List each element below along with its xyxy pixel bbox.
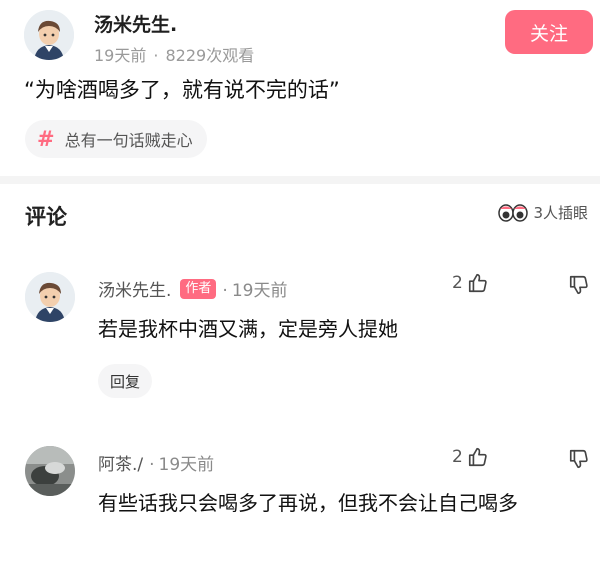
post-meta: 19天前 · 8229次观看 — [94, 42, 254, 66]
commenter-avatar[interactable] — [25, 446, 75, 496]
comment-time-value: 19天前 — [158, 455, 215, 475]
thumbs-down-icon — [569, 449, 588, 469]
comment-time-value: 19天前 — [231, 281, 288, 301]
like-count: 2 — [452, 447, 463, 467]
section-divider — [0, 176, 600, 184]
view-count: 8229次观看 — [165, 46, 255, 65]
follow-button[interactable]: 关注 — [505, 10, 593, 54]
like-count: 2 — [452, 273, 463, 293]
dislike-button[interactable] — [568, 274, 590, 300]
thumbs-up-icon — [468, 273, 487, 293]
comment-item: 汤米先生. 作者 · 19天前 2 若是我杯中酒又满，定是旁人提她 回复 — [0, 272, 600, 412]
comment-item: 阿茶./ · 19天前 2 有些话我只会喝多了再说，但我不会让自己喝多 — [0, 446, 600, 561]
post-time: 19天前 — [94, 46, 147, 65]
commenter-avatar[interactable] — [25, 272, 75, 322]
meta-dot: · — [149, 455, 155, 475]
comment-text: 有些话我只会喝多了再说，但我不会让自己喝多 — [98, 491, 518, 515]
thumbs-up-icon — [468, 447, 487, 467]
comment-time: · 19天前 — [222, 276, 287, 301]
like-button[interactable]: 2 — [452, 272, 489, 294]
eyes-icon — [498, 203, 529, 222]
comment-time: · 19天前 — [149, 450, 214, 475]
author-name[interactable]: 汤米先生. — [94, 10, 177, 37]
hashtag-icon: # — [37, 127, 55, 151]
thumbs-down-icon — [569, 275, 588, 295]
dislike-button[interactable] — [568, 448, 590, 474]
commenter-name[interactable]: 阿茶./ — [98, 450, 143, 475]
meta-dot: · — [153, 46, 159, 65]
meta-dot: · — [222, 281, 228, 301]
like-button[interactable]: 2 — [452, 446, 489, 468]
author-avatar[interactable] — [24, 10, 74, 60]
post-text: “为啥酒喝多了，就有说不完的话” — [24, 78, 340, 102]
post-card: 汤米先生. 19天前 · 8229次观看 关注 “为啥酒喝多了，就有说不完的话” #… — [0, 0, 600, 176]
peek-button[interactable]: 3人插眼 — [498, 202, 588, 223]
comment-header: 汤米先生. 作者 · 19天前 — [98, 276, 287, 301]
comment-text: 若是我杯中酒又满，定是旁人提她 — [98, 317, 398, 341]
author-badge: 作者 — [180, 278, 217, 299]
comment-header: 阿茶./ · 19天前 — [98, 450, 214, 475]
comments-title: 评论 — [25, 205, 67, 229]
peek-count: 3人插眼 — [533, 204, 588, 222]
reply-button[interactable]: 回复 — [98, 364, 153, 398]
topic-tag[interactable]: # 总有一句话贼走心 — [25, 120, 207, 158]
topic-label: 总有一句话贼走心 — [64, 131, 193, 150]
commenter-name[interactable]: 汤米先生. — [98, 276, 171, 301]
